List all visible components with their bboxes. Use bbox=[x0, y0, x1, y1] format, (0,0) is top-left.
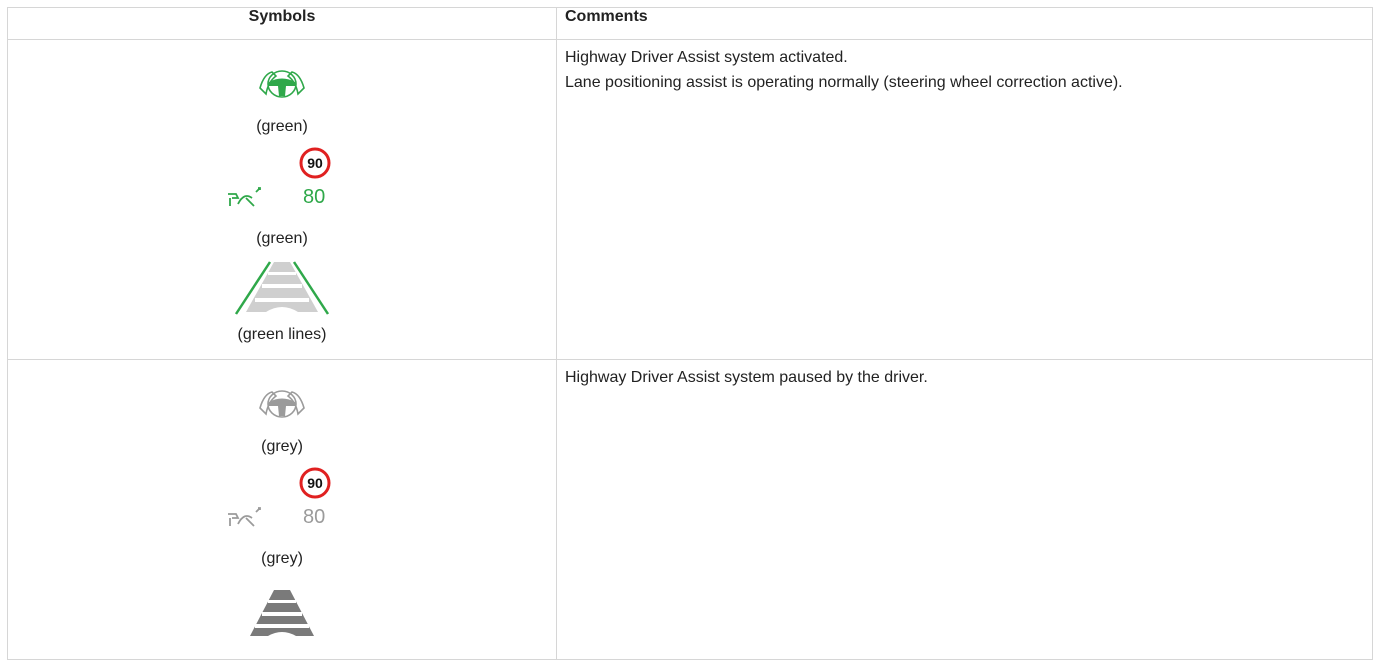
comment-text: Highway Driver Assist system activated. bbox=[565, 49, 848, 66]
table-row: (green) 90 80 (green) (green lines) High… bbox=[7, 39, 1373, 360]
symbol-caption: (green lines) bbox=[237, 326, 327, 343]
symbol-caption: (green) bbox=[256, 230, 308, 247]
symbols-table: Symbols Comments (green) 90 80 (green) (… bbox=[7, 7, 1373, 660]
symbol-caption: (grey) bbox=[261, 438, 303, 455]
hands-on-steering-wheel-icon bbox=[259, 390, 305, 418]
set-speed-value: 80 bbox=[303, 506, 326, 528]
speed-limit-value: 90 bbox=[307, 155, 323, 171]
speed-indicator: 90 80 bbox=[212, 466, 352, 538]
lane-road-icon bbox=[234, 261, 330, 315]
symbols-cell: (grey) 90 80 (grey) bbox=[7, 359, 557, 660]
cruise-control-icon bbox=[228, 187, 261, 207]
table-header-row: Symbols Comments bbox=[7, 7, 1373, 40]
symbol-caption: (grey) bbox=[261, 550, 303, 567]
hands-on-steering-wheel-icon bbox=[259, 70, 305, 98]
comment-text: Highway Driver Assist system paused by t… bbox=[565, 369, 928, 386]
speed-indicator: 90 80 bbox=[212, 146, 352, 218]
speed-limit-value: 90 bbox=[307, 475, 323, 491]
table-row: (grey) 90 80 (grey) Highway Driver Assis… bbox=[7, 359, 1373, 660]
symbol-caption: (green) bbox=[256, 118, 308, 135]
comment-text: Lane positioning assist is operating nor… bbox=[565, 74, 1123, 91]
cruise-control-icon bbox=[228, 507, 261, 527]
comments-cell: Highway Driver Assist system paused by t… bbox=[556, 359, 1373, 660]
header-comments: Comments bbox=[556, 7, 1373, 40]
set-speed-value: 80 bbox=[303, 186, 326, 208]
header-symbols: Symbols bbox=[7, 7, 557, 40]
symbols-cell: (green) 90 80 (green) (green lines) bbox=[7, 39, 557, 360]
lane-road-icon bbox=[250, 590, 314, 636]
comments-cell: Highway Driver Assist system activated. … bbox=[556, 39, 1373, 360]
